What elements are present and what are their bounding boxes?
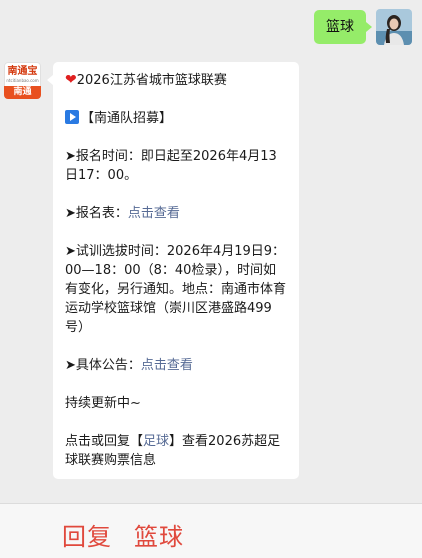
recruit-label: 【南通队招募】 bbox=[81, 111, 173, 126]
reply-hint[interactable]: 回复 篮球 bbox=[62, 522, 184, 552]
notice-link[interactable]: 点击查看 bbox=[141, 358, 193, 373]
message-title: 2026江苏省城市篮球联赛 bbox=[76, 73, 227, 88]
message-title-line: ❤2026江苏省城市篮球联赛 bbox=[65, 71, 287, 90]
bot-avatar-city: 南通 bbox=[4, 86, 41, 99]
signup-form-prefix: ➤报名表： bbox=[65, 206, 128, 221]
bottom-reply-bar[interactable]: 回复 篮球 bbox=[0, 503, 422, 558]
reply-word: 回复 bbox=[62, 523, 112, 551]
bot-message-bubble: ❤2026江苏省城市篮球联赛 【南通队招募】 ➤报名时间：即日起至2026年4月… bbox=[47, 62, 299, 479]
signup-time: ➤报名时间：即日起至2026年4月13日17：00。 bbox=[65, 149, 277, 183]
signup-form-link[interactable]: 点击查看 bbox=[128, 206, 180, 221]
bot-message-row: 南通宝 ntcitianbao.com 南通 ❤2026江苏省城市篮球联赛 【南… bbox=[4, 62, 299, 479]
updating-text: 持续更新中~ bbox=[65, 396, 141, 411]
user-message-bubble[interactable]: 篮球 bbox=[314, 10, 372, 44]
play-icon bbox=[65, 110, 79, 124]
trial-info: ➤试训选拔时间：2026年4月19日9：00—18：00（8：40检录），时间如… bbox=[65, 244, 287, 335]
notice-line: ➤具体公告：点击查看 bbox=[65, 356, 287, 375]
football-prefix: 点击或回复【 bbox=[65, 434, 144, 449]
recruit-line: 【南通队招募】 bbox=[65, 109, 287, 128]
bot-avatar-url: ntcitianbao.com bbox=[6, 78, 39, 83]
bot-avatar[interactable]: 南通宝 ntcitianbao.com 南通 bbox=[4, 62, 41, 99]
user-message-row: 篮球 bbox=[314, 9, 412, 45]
chat-area: 篮球 南通宝 ntcitianbao.com 南通 ❤2026江苏省城市篮球联赛… bbox=[0, 0, 422, 503]
user-avatar[interactable] bbox=[376, 9, 412, 45]
heart-icon: ❤ bbox=[65, 72, 77, 88]
reply-keyword: 篮球 bbox=[134, 523, 184, 551]
notice-prefix: ➤具体公告： bbox=[65, 358, 141, 373]
football-line: 点击或回复【足球】查看2026苏超足球联赛购票信息 bbox=[65, 432, 287, 470]
football-link[interactable]: 足球 bbox=[143, 434, 169, 449]
bot-avatar-logo: 南通宝 bbox=[7, 66, 38, 77]
user-avatar-image bbox=[376, 9, 412, 45]
signup-form-line: ➤报名表：点击查看 bbox=[65, 204, 287, 223]
